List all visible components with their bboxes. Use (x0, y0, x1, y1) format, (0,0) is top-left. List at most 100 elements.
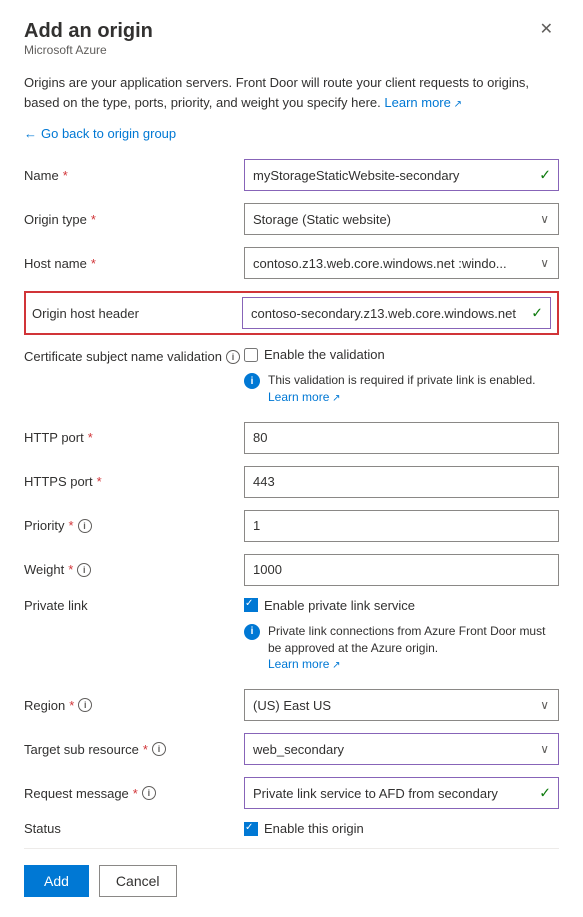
status-enable-label: Enable this origin (264, 821, 364, 836)
name-check-icon: ✓ (539, 167, 551, 184)
target-sub-resource-label: Target sub resource * i (24, 742, 244, 757)
host-name-select[interactable]: contoso.z13.web.core.windows.net :windo.… (244, 247, 559, 279)
origin-host-header-input[interactable] (242, 297, 551, 329)
priority-row: Priority * i (24, 510, 559, 542)
http-port-input[interactable] (244, 422, 559, 454)
priority-control (244, 510, 559, 542)
name-row: Name * ✓ (24, 159, 559, 191)
host-name-row: Host name * contoso.z13.web.core.windows… (24, 247, 559, 279)
origin-host-header-control: ✓ (242, 297, 551, 329)
https-port-input[interactable] (244, 466, 559, 498)
weight-required: * (68, 562, 73, 577)
weight-info-icon[interactable]: i (77, 563, 91, 577)
priority-input[interactable] (244, 510, 559, 542)
name-label: Name * (24, 168, 244, 183)
region-select[interactable]: (US) East US (244, 689, 559, 721)
priority-info-icon[interactable]: i (78, 519, 92, 533)
name-control: ✓ (244, 159, 559, 191)
request-message-info-icon[interactable]: i (142, 786, 156, 800)
weight-control (244, 554, 559, 586)
target-sub-required: * (143, 742, 148, 757)
status-control: Enable this origin (244, 821, 559, 836)
origin-type-row: Origin type * Storage (Static website) (24, 203, 559, 235)
title-group: Add an origin Microsoft Azure (24, 20, 153, 71)
origin-host-header-row: Origin host header ✓ (24, 291, 559, 335)
footer: Add Cancel (24, 848, 559, 897)
private-link-label: Private link (24, 598, 244, 613)
description-learn-more-link[interactable]: Learn more (384, 95, 462, 110)
priority-required: * (68, 518, 73, 533)
private-link-enable-checkbox-row: Enable private link service (244, 598, 559, 613)
region-label: Region * i (24, 698, 244, 713)
close-button[interactable]: ✕ (534, 20, 559, 40)
https-port-control (244, 466, 559, 498)
add-origin-panel: Add an origin Microsoft Azure ✕ Origins … (0, 0, 583, 917)
host-name-required: * (91, 256, 96, 271)
cancel-button[interactable]: Cancel (99, 865, 177, 897)
name-input-wrapper: ✓ (244, 159, 559, 191)
cert-enable-checkbox[interactable] (244, 348, 258, 362)
origin-type-select-wrapper: Storage (Static website) (244, 203, 559, 235)
target-sub-resource-row: Target sub resource * i web_secondary (24, 733, 559, 765)
private-link-info-icon: i (244, 624, 260, 640)
private-link-info-box: i Private link connections from Azure Fr… (244, 619, 559, 678)
origin-host-header-check-icon: ✓ (531, 305, 543, 322)
panel-title: Add an origin (24, 20, 153, 43)
private-link-info-text: Private link connections from Azure Fron… (268, 623, 559, 674)
priority-label: Priority * i (24, 518, 244, 533)
private-link-content: Enable private link service i Private li… (244, 598, 559, 678)
host-name-control: contoso.z13.web.core.windows.net :windo.… (244, 247, 559, 279)
request-message-input-wrapper: ✓ (244, 777, 559, 809)
weight-input[interactable] (244, 554, 559, 586)
region-select-wrapper: (US) East US (244, 689, 559, 721)
target-sub-resource-select[interactable]: web_secondary (244, 733, 559, 765)
origin-type-label: Origin type * (24, 212, 244, 227)
region-info-icon[interactable]: i (78, 698, 92, 712)
status-checkbox-row: Enable this origin (244, 821, 559, 836)
private-link-checkbox[interactable] (244, 598, 258, 612)
target-sub-info-icon[interactable]: i (152, 742, 166, 756)
private-link-enable-label: Enable private link service (264, 598, 415, 613)
cert-info-text: This validation is required if private l… (268, 372, 559, 406)
cert-info-icon: i (244, 373, 260, 389)
weight-row: Weight * i (24, 554, 559, 586)
panel-header: Add an origin Microsoft Azure ✕ (24, 20, 559, 71)
target-sub-resource-control: web_secondary (244, 733, 559, 765)
name-required: * (63, 168, 68, 183)
origin-host-header-label: Origin host header (32, 306, 242, 321)
weight-label: Weight * i (24, 562, 244, 577)
https-port-row: HTTPS port * (24, 466, 559, 498)
status-enable-checkbox[interactable] (244, 822, 258, 836)
cert-validation-content: Enable the validation i This validation … (244, 347, 559, 410)
http-port-required: * (88, 430, 93, 445)
cert-validation-info-icon[interactable]: i (226, 350, 240, 364)
cert-enable-label: Enable the validation (264, 347, 385, 362)
request-message-check-icon: ✓ (539, 785, 551, 802)
add-button[interactable]: Add (24, 865, 89, 897)
host-name-label: Host name * (24, 256, 244, 271)
region-required: * (69, 698, 74, 713)
private-link-learn-more-link[interactable]: Learn more (268, 657, 341, 671)
status-row: Status Enable this origin (24, 821, 559, 836)
request-message-input[interactable] (244, 777, 559, 809)
target-sub-select-wrapper: web_secondary (244, 733, 559, 765)
panel-subtitle: Microsoft Azure (24, 43, 153, 57)
request-message-required: * (133, 786, 138, 801)
http-port-row: HTTP port * (24, 422, 559, 454)
http-port-label: HTTP port * (24, 430, 244, 445)
private-link-row: Private link Enable private link service… (24, 598, 559, 678)
host-name-select-wrapper: contoso.z13.web.core.windows.net :windo.… (244, 247, 559, 279)
origin-type-select[interactable]: Storage (Static website) (244, 203, 559, 235)
cert-validation-label: Certificate subject name validation i (24, 347, 244, 364)
request-message-control: ✓ (244, 777, 559, 809)
https-port-required: * (97, 474, 102, 489)
status-label: Status (24, 821, 244, 836)
cert-validation-row: Certificate subject name validation i En… (24, 347, 559, 410)
region-control: (US) East US (244, 689, 559, 721)
name-input[interactable] (244, 159, 559, 191)
origin-type-required: * (91, 212, 96, 227)
region-row: Region * i (US) East US (24, 689, 559, 721)
back-to-origin-group-link[interactable]: Go back to origin group (24, 126, 559, 141)
cert-learn-more-link[interactable]: Learn more (268, 390, 341, 404)
https-port-label: HTTPS port * (24, 474, 244, 489)
